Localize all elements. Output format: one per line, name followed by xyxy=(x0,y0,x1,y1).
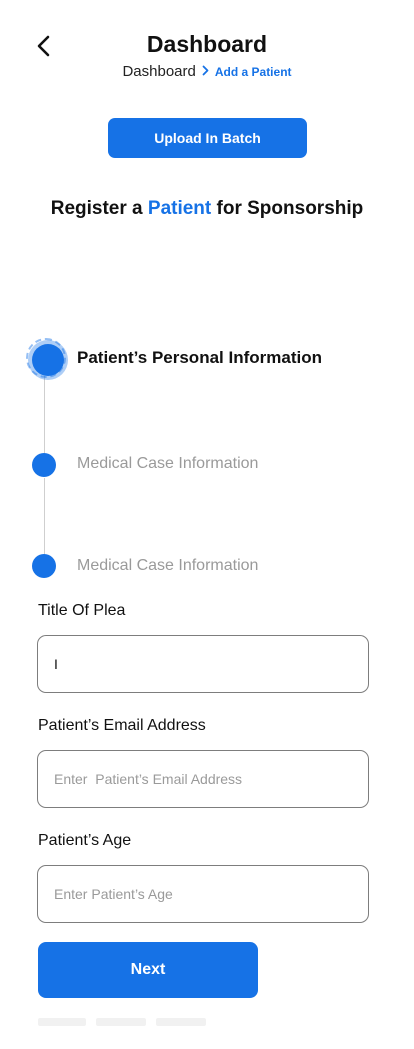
breadcrumb-current[interactable]: Add a Patient xyxy=(215,65,292,79)
age-field xyxy=(37,865,369,923)
email-field xyxy=(37,750,369,808)
step-medical-case-label[interactable]: Medical Case Information xyxy=(77,557,258,575)
footer-placeholder xyxy=(156,1018,206,1026)
footer-placeholder xyxy=(38,1018,86,1026)
email-label: Patient’s Email Address xyxy=(38,717,206,734)
age-input[interactable] xyxy=(38,866,368,922)
step-indicator-active[interactable] xyxy=(26,338,66,378)
footer-placeholder xyxy=(96,1018,146,1026)
register-heading: Register a Patient for Sponsorship xyxy=(0,198,414,220)
upload-in-batch-button[interactable]: Upload In Batch xyxy=(108,118,307,158)
title-of-plea-label: Title Of Plea xyxy=(38,602,126,619)
register-heading-accent: Patient xyxy=(147,198,212,219)
step-medical-case-label[interactable]: Medical Case Information xyxy=(77,455,258,473)
breadcrumb: Dashboard Add a Patient xyxy=(0,63,414,80)
stepper-connector xyxy=(44,478,45,558)
step-indicator[interactable] xyxy=(32,453,56,477)
email-input[interactable] xyxy=(38,751,368,807)
breadcrumb-home[interactable]: Dashboard xyxy=(122,63,195,80)
next-button[interactable]: Next xyxy=(38,942,258,998)
register-heading-prefix: Register a xyxy=(50,198,148,219)
step-personal-info-label[interactable]: Patient’s Personal Information xyxy=(77,348,322,368)
title-of-plea-field xyxy=(37,635,369,693)
age-label: Patient’s Age xyxy=(38,832,132,849)
register-heading-suffix: for Sponsorship xyxy=(211,198,364,219)
stepper-connector xyxy=(44,376,45,458)
page-title: Dashboard xyxy=(146,31,268,57)
step-indicator[interactable] xyxy=(32,554,56,578)
title-of-plea-input[interactable] xyxy=(38,636,368,692)
chevron-right-icon xyxy=(202,64,209,78)
